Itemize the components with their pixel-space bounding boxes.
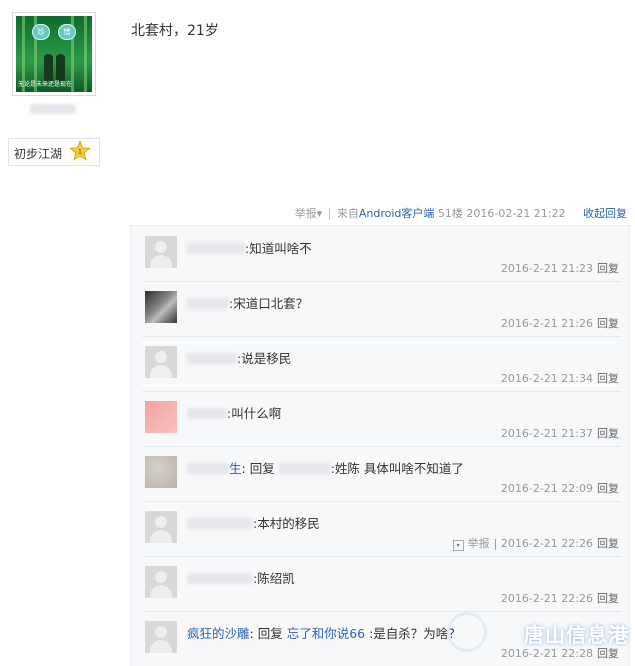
comment-username[interactable] bbox=[187, 516, 253, 531]
comment-username[interactable]: 生 bbox=[187, 461, 242, 476]
comment-username[interactable] bbox=[187, 571, 253, 586]
reply-button[interactable]: 回复 bbox=[597, 372, 619, 385]
reply-colon: : bbox=[241, 461, 250, 476]
avatar[interactable] bbox=[145, 291, 177, 323]
avatar[interactable] bbox=[145, 346, 177, 378]
comment-username[interactable] bbox=[187, 296, 229, 311]
post-time: 2016-02-21 21:22 bbox=[466, 207, 566, 220]
avatar[interactable] bbox=[145, 621, 177, 653]
avatar[interactable] bbox=[145, 236, 177, 268]
floor-number: 51楼 bbox=[437, 207, 463, 220]
comment-username[interactable] bbox=[187, 406, 227, 421]
rank-label: 初步江湖 bbox=[14, 147, 63, 161]
avatar[interactable] bbox=[145, 511, 177, 543]
user-sidebar: 珍 惜 无论是未来还是现在 初步江湖 1 bbox=[0, 0, 108, 666]
comment-time: 2016-2-21 22:09 bbox=[500, 482, 593, 495]
reply-button[interactable]: 回复 bbox=[597, 537, 619, 550]
reply-list: :知道叫啥不 2016-2-21 21:23 回复 :宋道口北套？ 2016-2-… bbox=[130, 225, 630, 666]
reply-button[interactable]: 回复 bbox=[597, 427, 619, 440]
watermark-logo-icon bbox=[447, 612, 487, 652]
user-avatar[interactable]: 珍 惜 无论是未来还是现在 bbox=[12, 12, 96, 96]
reply-button[interactable]: 回复 bbox=[597, 317, 619, 330]
comment-text: :说是移民 bbox=[237, 351, 292, 366]
comment-text: :宋道口北套？ bbox=[229, 296, 309, 311]
comment-text: :姓陈 具体叫啥不知道了 bbox=[330, 461, 464, 476]
reply-target-username[interactable]: 忘了和你说66 bbox=[287, 626, 365, 641]
list-item: 生: 回复 :姓陈 具体叫啥不知道了 2016-2-21 22:09 回复 bbox=[143, 446, 621, 502]
list-item: :宋道口北套？ 2016-2-21 21:26 回复 bbox=[143, 281, 621, 337]
comment-time: 2016-2-21 21:37 bbox=[500, 427, 593, 440]
avatar-image: 珍 惜 无论是未来还是现在 bbox=[16, 16, 92, 92]
avatar[interactable] bbox=[145, 401, 177, 433]
comment-username[interactable] bbox=[187, 351, 237, 366]
source-prefix: 来自 bbox=[336, 207, 359, 220]
comment-text: :叫什么啊 bbox=[227, 406, 282, 421]
username-redacted bbox=[30, 104, 76, 114]
reply-button[interactable]: 回复 bbox=[597, 592, 619, 605]
comment-username[interactable] bbox=[187, 241, 245, 256]
watermark: 唐山信息港 bbox=[524, 623, 629, 647]
list-item: :陈绍凯 2016-2-21 22:26 回复 bbox=[143, 556, 621, 612]
reply-button[interactable]: 回复 bbox=[597, 647, 619, 660]
report-link[interactable]: 举报 bbox=[468, 537, 490, 550]
post-content: 北套村，21岁 bbox=[131, 23, 219, 39]
comment-username[interactable]: 疯狂的沙雕 bbox=[187, 626, 250, 641]
reply-button[interactable]: 回复 bbox=[597, 262, 619, 275]
comment-time: 2016-2-21 21:34 bbox=[500, 372, 593, 385]
comment-time: 2016-2-21 22:26 bbox=[500, 592, 593, 605]
comment-time: 2016-2-21 22:28 bbox=[500, 647, 593, 660]
comment-text: :陈绍凯 bbox=[253, 571, 295, 586]
user-rank-badge[interactable]: 初步江湖 1 bbox=[8, 138, 100, 166]
reply-button[interactable]: 回复 bbox=[597, 482, 619, 495]
comment-time: 2016-2-21 21:26 bbox=[500, 317, 593, 330]
dropdown-icon[interactable]: ▾ bbox=[452, 540, 464, 551]
list-item: :说是移民 2016-2-21 21:34 回复 bbox=[143, 336, 621, 392]
report-link[interactable]: 举报▾ bbox=[295, 207, 323, 220]
comment-time: 2016-2-21 22:26 bbox=[500, 537, 593, 550]
reply-target-username[interactable] bbox=[278, 461, 331, 476]
avatar[interactable] bbox=[145, 566, 177, 598]
comment-text: :本村的移民 bbox=[253, 516, 320, 531]
svg-text:1: 1 bbox=[78, 147, 83, 156]
heart-icon: 珍 bbox=[32, 24, 50, 40]
comment-time: 2016-2-21 21:23 bbox=[500, 262, 593, 275]
list-item: :知道叫啥不 2016-2-21 21:23 回复 bbox=[143, 226, 621, 282]
comment-text: :知道叫啥不 bbox=[245, 241, 312, 256]
post-footer: 举报▾ | 来自Android客户端 51楼 2016-02-21 21:22 … bbox=[294, 207, 627, 220]
avatar-caption: 无论是未来还是现在 bbox=[18, 81, 73, 88]
reply-word: 回复 bbox=[257, 626, 283, 641]
star-icon: 1 bbox=[69, 140, 91, 161]
collapse-replies-link[interactable]: 收起回复 bbox=[583, 207, 627, 220]
client-link[interactable]: Android客户端 bbox=[359, 207, 435, 220]
reply-word: 回复 bbox=[249, 461, 275, 476]
list-item: :叫什么啊 2016-2-21 21:37 回复 bbox=[143, 391, 621, 447]
list-item: :本村的移民 ▾ 举报 | 2016-2-21 22:26 回复 bbox=[143, 501, 621, 557]
heart-icon: 惜 bbox=[58, 24, 76, 40]
avatar[interactable] bbox=[145, 456, 177, 488]
